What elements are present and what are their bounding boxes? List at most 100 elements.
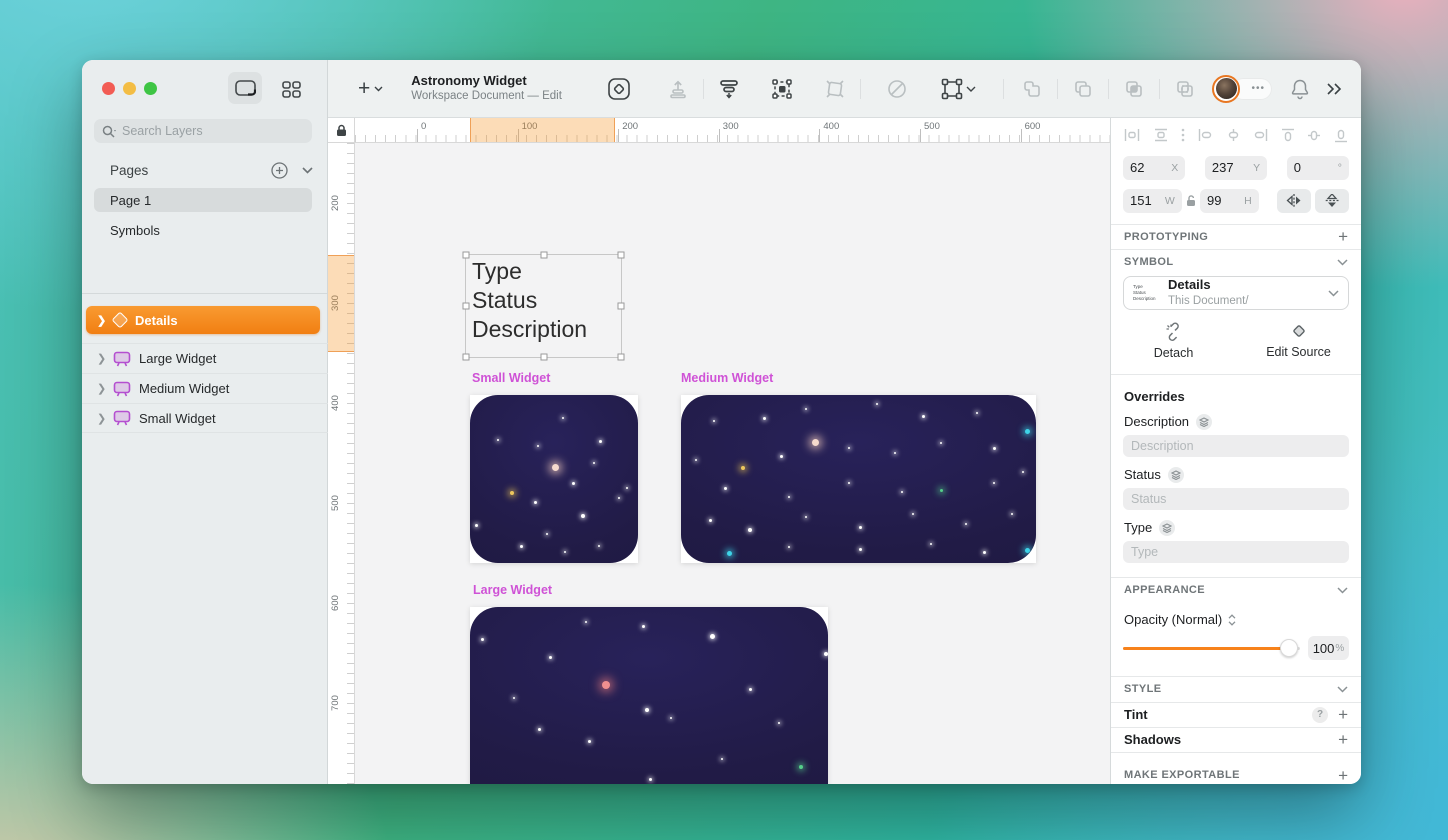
- align-middle-vertical-button[interactable]: [1307, 128, 1321, 143]
- resize-handle-n[interactable]: [540, 252, 547, 259]
- boolean-subtract-button[interactable]: [1071, 77, 1095, 101]
- components-view-toggle[interactable]: [280, 79, 302, 99]
- canvas[interactable]: Type Status Description: [355, 143, 1110, 784]
- expand-toolbar-button[interactable]: [1326, 82, 1343, 96]
- x-position-field[interactable]: 62 X: [1123, 156, 1185, 180]
- add-export-button[interactable]: +: [1338, 767, 1348, 784]
- artboard-label-medium-widget[interactable]: Medium Widget: [681, 371, 773, 385]
- symbol-source-select[interactable]: Type Status Description Details This Doc…: [1123, 276, 1349, 310]
- expand-chevron-icon[interactable]: ❯: [97, 352, 105, 365]
- artboard-small-widget[interactable]: [470, 395, 638, 563]
- ungroup-button[interactable]: [823, 77, 847, 101]
- sidebar-item-page-1[interactable]: Page 1: [94, 188, 312, 212]
- override-description-input[interactable]: [1123, 435, 1349, 457]
- overrides-layers-icon[interactable]: [1196, 414, 1212, 430]
- tidy-button[interactable]: [717, 77, 741, 101]
- align-left-button[interactable]: [1198, 128, 1213, 142]
- more-align-options-button[interactable]: [1181, 128, 1185, 142]
- horizontal-ruler[interactable]: 0100200300400500600: [355, 118, 1110, 143]
- canvas-view-toggle[interactable]: [228, 72, 262, 104]
- boolean-intersect-button[interactable]: [1122, 77, 1146, 101]
- tint-help-button[interactable]: ?: [1312, 707, 1328, 723]
- selection-bounding-box[interactable]: [465, 254, 622, 358]
- resize-handle-se[interactable]: [618, 354, 625, 361]
- pages-collapse-chevron[interactable]: [302, 167, 313, 174]
- minimize-window-button[interactable]: [123, 82, 136, 95]
- sidebar-item-details[interactable]: ❯ Details: [86, 306, 320, 334]
- align-bottom-button[interactable]: [1334, 128, 1348, 143]
- zoom-window-button[interactable]: [144, 82, 157, 95]
- opacity-slider-knob[interactable]: [1280, 639, 1298, 657]
- edit-source-button[interactable]: Edit Source: [1236, 322, 1361, 360]
- artboard-label-small-widget[interactable]: Small Widget: [472, 371, 550, 385]
- appearance-section-header[interactable]: APPEARANCE: [1111, 578, 1361, 603]
- edit-selection-button[interactable]: [770, 77, 794, 101]
- aspect-ratio-lock-button[interactable]: [1186, 195, 1196, 207]
- add-tint-button[interactable]: +: [1338, 706, 1348, 723]
- sidebar-item-medium-widget[interactable]: ❯ Medium Widget: [82, 373, 328, 403]
- artboard-label-large-widget[interactable]: Large Widget: [473, 583, 552, 597]
- notifications-button[interactable]: [1290, 78, 1310, 100]
- expand-chevron-icon[interactable]: ❯: [97, 314, 105, 327]
- distribute-vertically-button[interactable]: [1153, 128, 1169, 142]
- scale-button[interactable]: [940, 77, 978, 101]
- vertical-ruler[interactable]: 200300400500600700: [328, 143, 355, 784]
- add-page-button[interactable]: [271, 162, 288, 179]
- sidebar-item-large-widget[interactable]: ❯ Large Widget: [82, 343, 328, 373]
- overrides-layers-icon[interactable]: [1168, 467, 1184, 483]
- user-avatar[interactable]: [1212, 75, 1240, 103]
- chevron-down-icon[interactable]: [1337, 259, 1348, 266]
- canvas-area[interactable]: 0100200300400500600 200300400500600700 T…: [328, 118, 1110, 784]
- overrides-layers-icon[interactable]: [1159, 520, 1175, 536]
- resize-handle-e[interactable]: [618, 303, 625, 310]
- shadows-row[interactable]: Shadows +: [1111, 728, 1361, 753]
- insert-button[interactable]: +: [358, 78, 383, 99]
- symbol-section-header[interactable]: SYMBOL: [1111, 250, 1361, 275]
- artboard-large-widget[interactable]: [470, 607, 828, 784]
- make-exportable-section-header[interactable]: MAKE EXPORTABLE +: [1111, 753, 1361, 784]
- override-status-input[interactable]: [1123, 488, 1349, 510]
- style-section-header[interactable]: STYLE: [1111, 677, 1361, 702]
- align-center-horizontal-button[interactable]: [1226, 128, 1241, 142]
- align-right-button[interactable]: [1253, 128, 1268, 142]
- resize-handle-w[interactable]: [463, 303, 470, 310]
- ruler-lock[interactable]: [328, 118, 355, 143]
- boolean-difference-button[interactable]: [1173, 77, 1197, 101]
- opacity-slider[interactable]: [1123, 639, 1300, 657]
- resize-handle-sw[interactable]: [463, 354, 470, 361]
- flip-horizontal-button[interactable]: [1277, 189, 1311, 213]
- close-window-button[interactable]: [102, 82, 115, 95]
- tint-row[interactable]: Tint ? +: [1111, 702, 1361, 727]
- mask-button[interactable]: [885, 77, 909, 101]
- opacity-blend-label[interactable]: Opacity (Normal): [1124, 612, 1222, 627]
- expand-chevron-icon[interactable]: ❯: [97, 382, 105, 395]
- resize-handle-s[interactable]: [540, 354, 547, 361]
- detach-button[interactable]: Detach: [1111, 322, 1236, 360]
- collaborators[interactable]: •••: [1212, 75, 1274, 103]
- override-type-input[interactable]: [1123, 541, 1349, 563]
- rotation-field[interactable]: 0 °: [1287, 156, 1349, 180]
- prototyping-section-header[interactable]: PROTOTYPING +: [1111, 225, 1361, 250]
- align-top-button[interactable]: [1281, 128, 1295, 143]
- create-symbol-button[interactable]: [607, 77, 631, 101]
- send-to-symbols-button[interactable]: [666, 77, 690, 101]
- chevron-down-icon[interactable]: [1337, 587, 1348, 594]
- resize-handle-nw[interactable]: [463, 252, 470, 259]
- search-field[interactable]: [94, 119, 312, 143]
- add-prototyping-button[interactable]: +: [1338, 228, 1348, 245]
- boolean-union-button[interactable]: [1020, 77, 1044, 101]
- artboard-medium-widget[interactable]: [681, 395, 1036, 563]
- sidebar-item-small-widget[interactable]: ❯ Small Widget: [82, 403, 328, 433]
- opacity-value-field[interactable]: 100 %: [1308, 636, 1349, 660]
- document-title-block[interactable]: Astronomy Widget Workspace Document — Ed…: [411, 73, 562, 104]
- chevron-down-icon[interactable]: [1337, 686, 1348, 693]
- resize-handle-ne[interactable]: [618, 252, 625, 259]
- distribute-horizontally-button[interactable]: [1124, 128, 1140, 142]
- pages-layers-divider[interactable]: [82, 293, 327, 294]
- stepper-icon[interactable]: [1228, 614, 1236, 626]
- sidebar-item-symbols[interactable]: Symbols: [94, 218, 312, 242]
- add-shadow-button[interactable]: +: [1338, 731, 1348, 748]
- width-field[interactable]: 151 W: [1123, 189, 1182, 213]
- search-input[interactable]: [122, 124, 304, 138]
- expand-chevron-icon[interactable]: ❯: [97, 412, 105, 425]
